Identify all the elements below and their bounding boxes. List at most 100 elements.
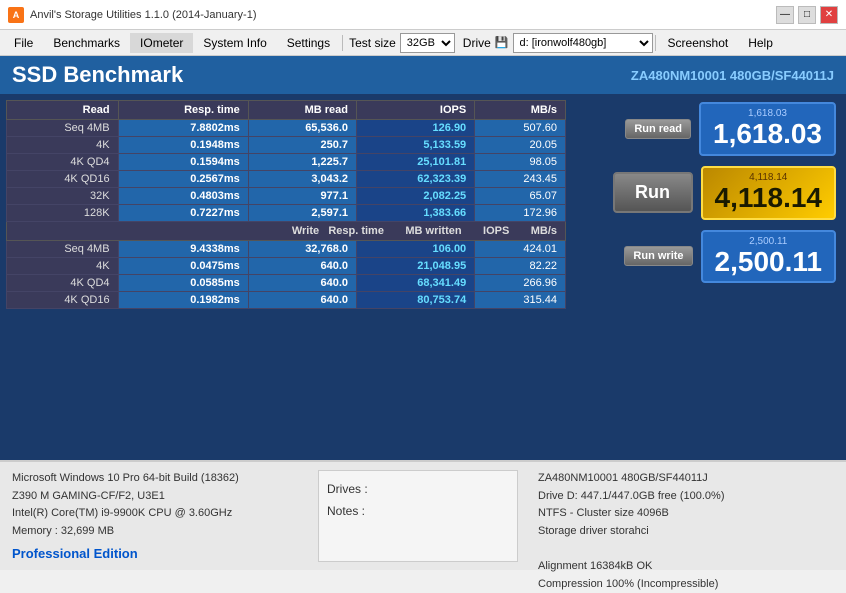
col-read: Read [7, 101, 119, 120]
separator-1 [342, 35, 343, 51]
system-info: Microsoft Windows 10 Pro 64-bit Build (1… [0, 462, 310, 570]
menu-sysinfo[interactable]: System Info [193, 33, 276, 53]
write-label-0: Seq 4MB [7, 241, 119, 258]
read-row-5: 128K 0.7227ms 2,597.1 1,383.66 172.96 [7, 205, 566, 222]
menu-file[interactable]: File [4, 33, 43, 53]
write-mbs-3: 315.44 [475, 292, 566, 309]
drive-info-line2: Drive D: 447.1/447.0GB free (100.0%) [538, 488, 834, 506]
read-mb-3: 3,043.2 [248, 171, 356, 188]
menu-benchmarks[interactable]: Benchmarks [43, 33, 130, 53]
write-row-0: Seq 4MB 9.4338ms 32,768.0 106.00 424.01 [7, 241, 566, 258]
write-label-1: 4K [7, 258, 119, 275]
read-label-5: 128K [7, 205, 119, 222]
separator-2 [655, 35, 656, 51]
minimize-button[interactable]: — [776, 6, 794, 24]
table-section: Read Resp. time MB read IOPS MB/s Seq 4M… [0, 94, 572, 460]
run-total-row: Run 4,118.14 4,118.14 [582, 166, 836, 220]
write-iops-1: 21,048.95 [357, 258, 475, 275]
drive-icon: 💾 [495, 36, 509, 49]
read-time-5: 0.7227ms [118, 205, 248, 222]
read-label-0: Seq 4MB [7, 120, 119, 137]
read-row-3: 4K QD16 0.2567ms 3,043.2 62,323.39 243.4… [7, 171, 566, 188]
maximize-button[interactable]: □ [798, 6, 816, 24]
write-mbs-1: 82.22 [475, 258, 566, 275]
bottom-bar: Microsoft Windows 10 Pro 64-bit Build (1… [0, 460, 846, 570]
write-section-header: Write Resp. time MB written IOPS MB/s [7, 222, 566, 241]
menu-help[interactable]: Help [738, 33, 783, 53]
read-row-2: 4K QD4 0.1594ms 1,225.7 25,101.81 98.05 [7, 154, 566, 171]
menu-iometer[interactable]: IOmeter [130, 33, 193, 53]
total-score-box: 4,118.14 4,118.14 [701, 166, 836, 220]
write-time-1: 0.0475ms [118, 258, 248, 275]
drives-notes-box: Drives : Notes : [318, 470, 518, 562]
write-mb-2: 640.0 [248, 275, 356, 292]
write-iops-0: 106.00 [357, 241, 475, 258]
sys-info-line1: Microsoft Windows 10 Pro 64-bit Build (1… [12, 470, 298, 488]
drive-select[interactable]: d: [ironwolf480gb] [513, 33, 653, 53]
write-label-3: 4K QD16 [7, 292, 119, 309]
test-size-control: Test size 32GB [349, 33, 455, 53]
menu-bar: File Benchmarks IOmeter System Info Sett… [0, 30, 846, 56]
drive-info-line1: ZA480NM10001 480GB/SF44011J [538, 470, 834, 488]
read-time-2: 0.1594ms [118, 154, 248, 171]
drive-info-line7: Compression 100% (Incompressible) [538, 576, 834, 593]
window-controls: — □ ✕ [776, 6, 838, 24]
write-iops-3: 80,753.74 [357, 292, 475, 309]
menu-settings[interactable]: Settings [277, 33, 340, 53]
read-mb-2: 1,225.7 [248, 154, 356, 171]
write-score-box: 2,500.11 2,500.11 [701, 230, 836, 284]
app-title: Anvil's Storage Utilities 1.1.0 (2014-Ja… [30, 9, 256, 21]
read-time-0: 7.8802ms [118, 120, 248, 137]
read-score-box: 1,618.03 1,618.03 [699, 102, 836, 156]
sys-info-line4: Memory : 32,699 MB [12, 523, 298, 541]
write-mb-0: 32,768.0 [248, 241, 356, 258]
run-read-button[interactable]: Run read [625, 119, 691, 139]
drive-control: Drive 💾 d: [ironwolf480gb] [463, 33, 653, 53]
read-iops-1: 5,133.59 [357, 137, 475, 154]
write-row-2: 4K QD4 0.0585ms 640.0 68,341.49 266.96 [7, 275, 566, 292]
read-label-4: 32K [7, 188, 119, 205]
write-score-large: 2,500.11 [715, 247, 822, 278]
write-time-2: 0.0585ms [118, 275, 248, 292]
read-mb-4: 977.1 [248, 188, 356, 205]
test-size-label: Test size [349, 36, 396, 50]
read-mb-5: 2,597.1 [248, 205, 356, 222]
drive-info-line6: Alignment 16384kB OK [538, 558, 834, 576]
content-area: Read Resp. time MB read IOPS MB/s Seq 4M… [0, 94, 846, 460]
write-iops-2: 68,341.49 [357, 275, 475, 292]
read-table: Read Resp. time MB read IOPS MB/s Seq 4M… [6, 100, 566, 309]
read-mbs-1: 20.05 [475, 137, 566, 154]
drives-label: Drives : [327, 479, 509, 501]
run-button[interactable]: Run [613, 172, 693, 213]
drive-info: ZA480NM10001 480GB/SF44011J Drive D: 447… [526, 462, 846, 570]
read-row-1: 4K 0.1948ms 250.7 5,133.59 20.05 [7, 137, 566, 154]
read-mbs-4: 65.07 [475, 188, 566, 205]
drive-label: Drive [463, 36, 491, 50]
col-iops: IOPS [357, 101, 475, 120]
write-row-1: 4K 0.0475ms 640.0 21,048.95 82.22 [7, 258, 566, 275]
write-mb-3: 640.0 [248, 292, 356, 309]
sys-info-line2: Z390 M GAMING-CF/F2, U3E1 [12, 488, 298, 506]
run-write-button[interactable]: Run write [624, 246, 692, 266]
notes-label: Notes : [327, 501, 509, 523]
col-mbs: MB/s [475, 101, 566, 120]
write-mb-1: 640.0 [248, 258, 356, 275]
write-row-3: 4K QD16 0.1982ms 640.0 80,753.74 315.44 [7, 292, 566, 309]
write-mbs-0: 424.01 [475, 241, 566, 258]
pro-edition-label: Professional Edition [12, 544, 298, 565]
title-bar: A Anvil's Storage Utilities 1.1.0 (2014-… [0, 0, 846, 30]
read-mbs-3: 243.45 [475, 171, 566, 188]
test-size-select[interactable]: 32GB [400, 33, 455, 53]
app-icon: A [8, 7, 24, 23]
drive-info-line4: Storage driver storahci [538, 523, 834, 541]
header-model: ZA480NM10001 480GB/SF44011J [631, 68, 834, 83]
read-mb-0: 65,536.0 [248, 120, 356, 137]
read-time-4: 0.4803ms [118, 188, 248, 205]
menu-screenshot[interactable]: Screenshot [658, 33, 739, 53]
drive-info-line3: NTFS - Cluster size 4096B [538, 505, 834, 523]
write-time-0: 9.4338ms [118, 241, 248, 258]
read-iops-2: 25,101.81 [357, 154, 475, 171]
col-resp-time: Resp. time [118, 101, 248, 120]
sys-info-line3: Intel(R) Core(TM) i9-9900K CPU @ 3.60GHz [12, 505, 298, 523]
close-button[interactable]: ✕ [820, 6, 838, 24]
